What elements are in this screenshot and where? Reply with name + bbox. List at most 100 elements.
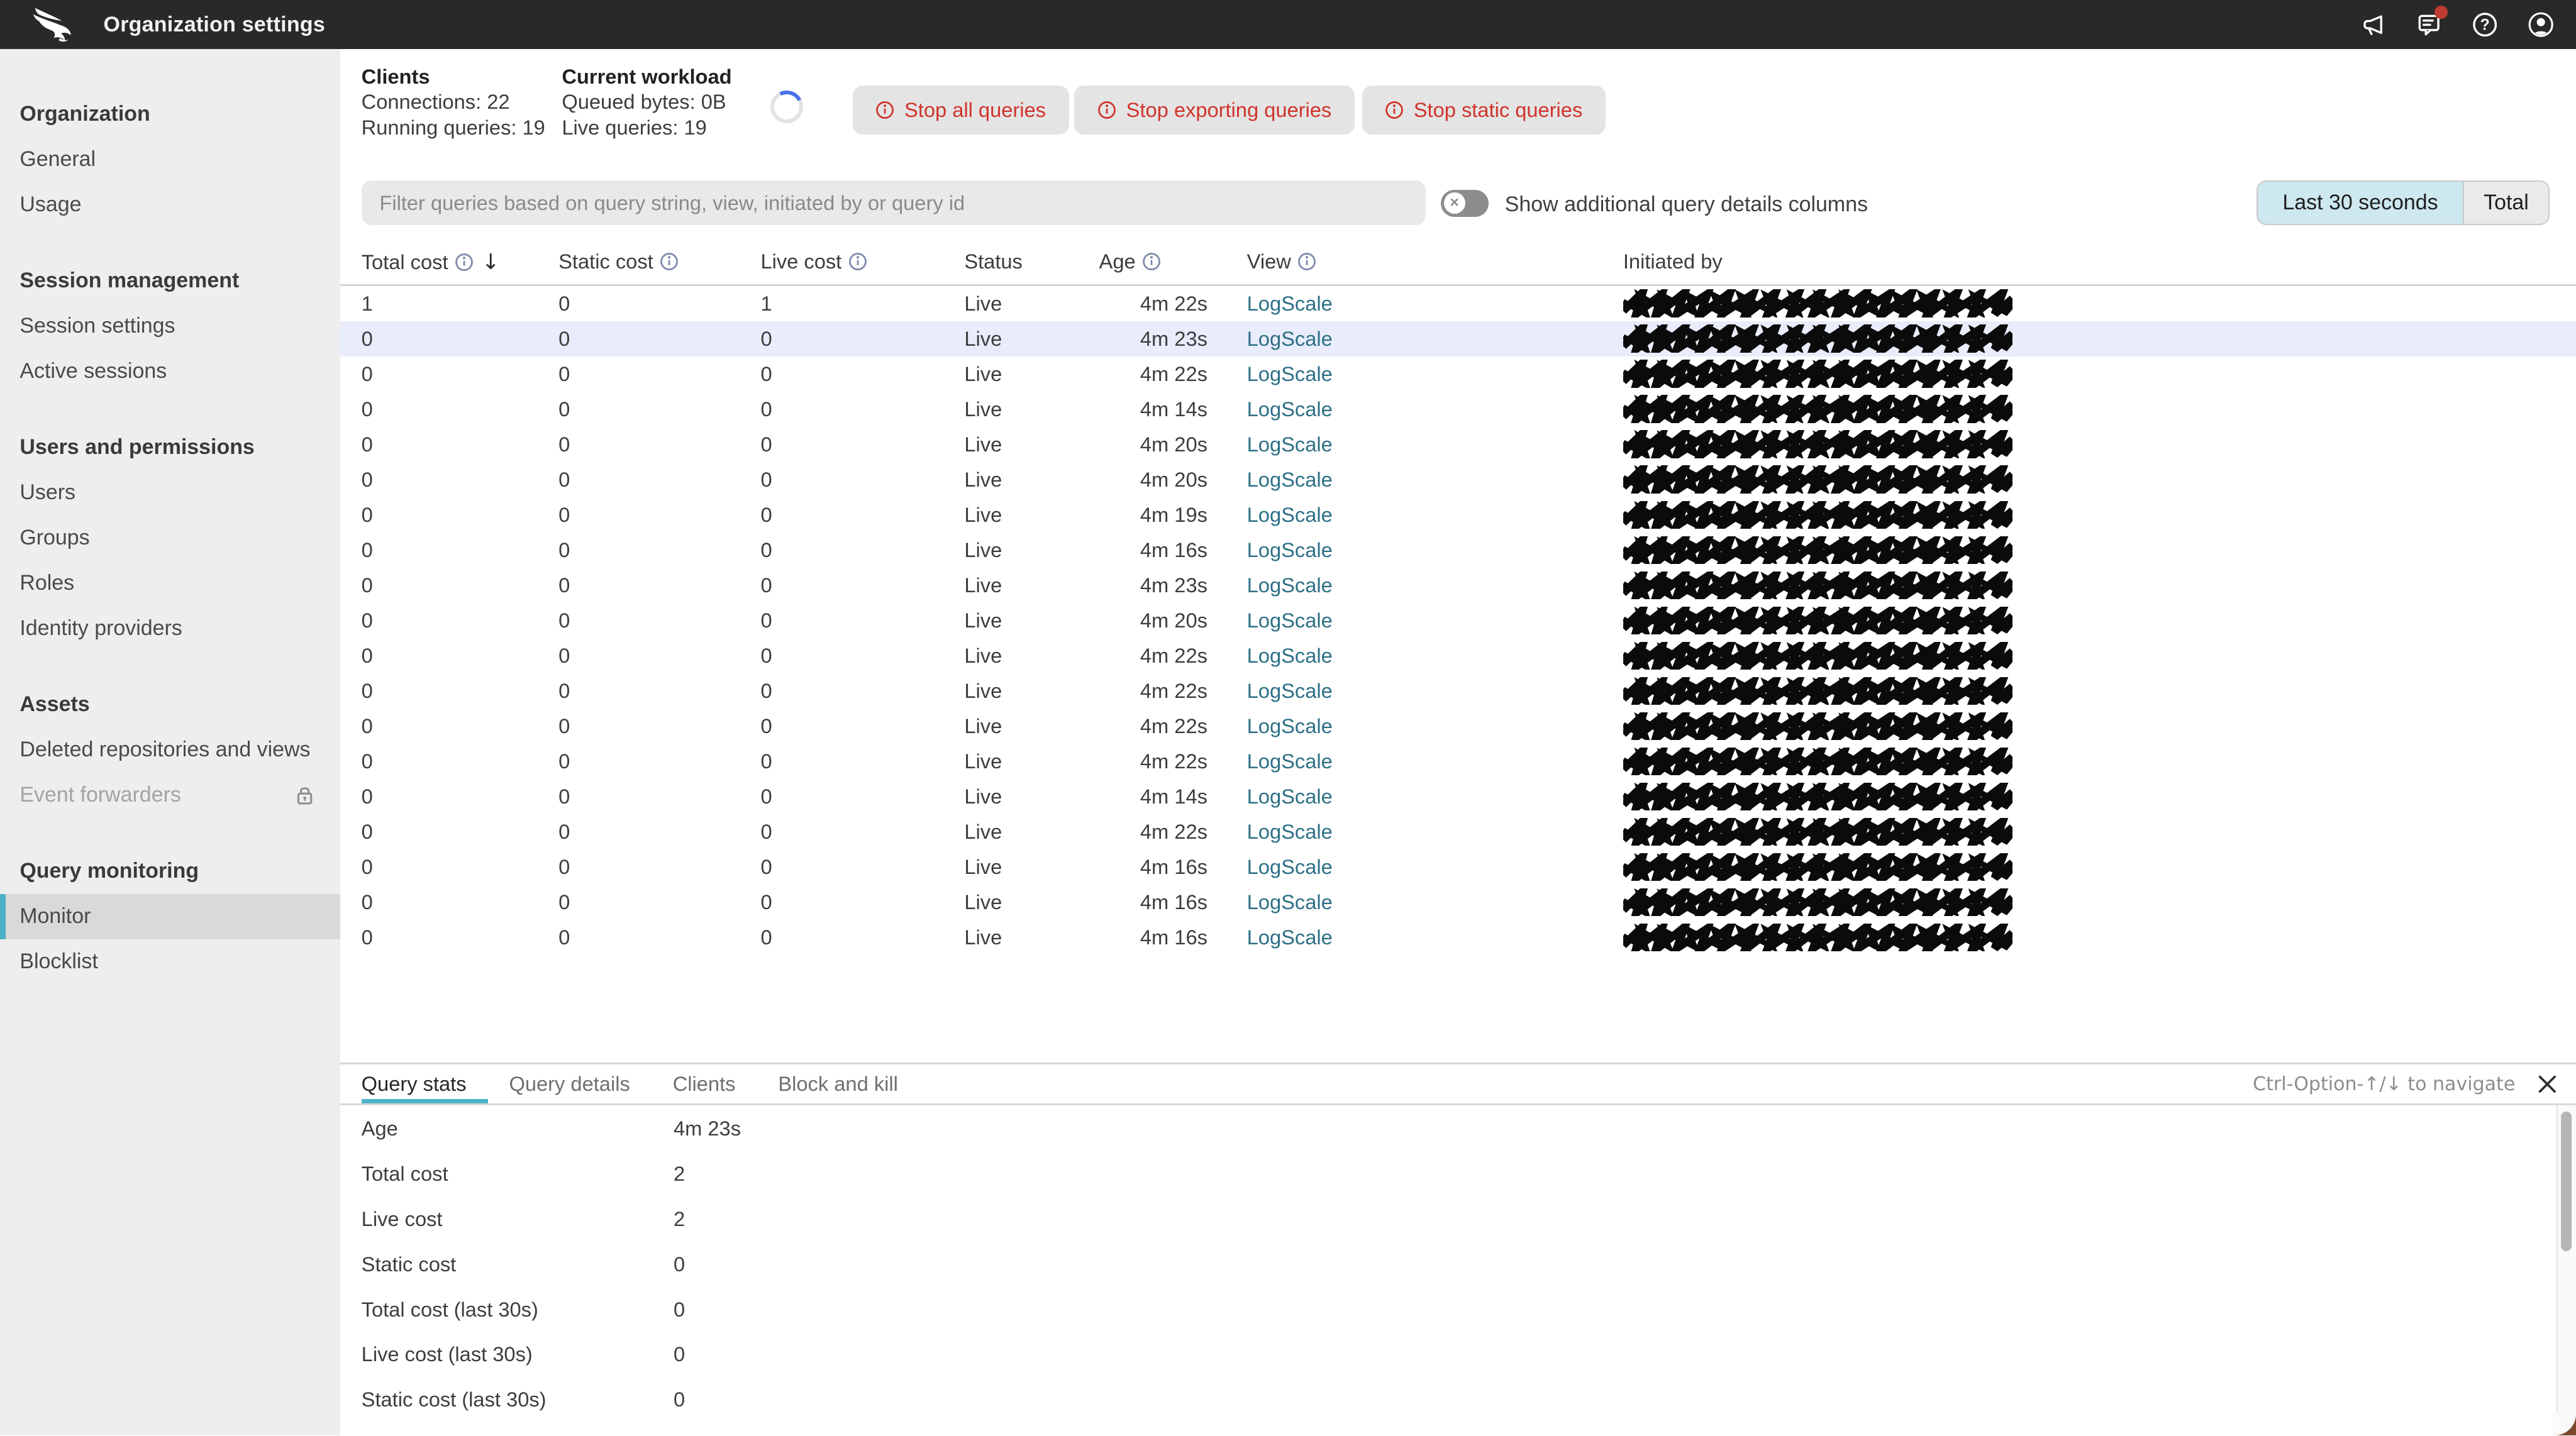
view-logscale-link[interactable]: LogScale <box>1247 644 1333 668</box>
tab-query-details[interactable]: Query details <box>509 1064 651 1104</box>
info-icon[interactable] <box>455 253 474 272</box>
view-logscale-link[interactable]: LogScale <box>1247 327 1333 351</box>
details-scrollbar-track[interactable] <box>2557 1105 2576 1436</box>
table-row[interactable]: 0 0 0 Live 4m 20s LogScale <box>340 603 2576 638</box>
table-row[interactable]: 0 0 0 Live 4m 22s LogScale <box>340 356 2576 392</box>
view-logscale-link[interactable]: LogScale <box>1247 785 1333 809</box>
stat-row: Live cost (last 30s) 0 <box>340 1332 2557 1377</box>
sidebar-item-deleted-repositories-and-views[interactable]: Deleted repositories and views <box>0 727 340 773</box>
workload-summary: Current workload Queued bytes: 0B Live q… <box>562 64 731 140</box>
sidebar-item-identity-providers[interactable]: Identity providers <box>0 606 340 651</box>
view-logscale-link[interactable]: LogScale <box>1247 468 1333 492</box>
view-logscale-link[interactable]: LogScale <box>1247 538 1333 562</box>
feedback-icon[interactable] <box>2415 6 2448 38</box>
view-logscale-link[interactable]: LogScale <box>1247 890 1333 914</box>
table-row[interactable]: 0 0 0 Live 4m 16s LogScale <box>340 533 2576 568</box>
header-status[interactable]: Status <box>964 250 1023 273</box>
table-row[interactable]: 0 0 0 Live 4m 20s LogScale <box>340 427 2576 462</box>
help-icon[interactable]: ? <box>2471 11 2499 38</box>
tab-query-stats[interactable]: Query stats <box>361 1064 488 1104</box>
stat-label: Total cost <box>361 1162 448 1186</box>
tab-block-and-kill[interactable]: Block and kill <box>778 1064 919 1104</box>
view-logscale-link[interactable]: LogScale <box>1247 397 1333 421</box>
sidebar-item-monitor[interactable]: Monitor <box>0 894 340 940</box>
crowdstrike-falcon-logo <box>33 8 71 42</box>
stop-static-queries-button[interactable]: Stop static queries <box>1362 85 1606 135</box>
sidebar-item-roles[interactable]: Roles <box>0 561 340 606</box>
initiated-by-redacted-scribble <box>1623 709 2012 744</box>
sidebar-item-usage[interactable]: Usage <box>0 182 340 228</box>
table-row[interactable]: 0 0 0 Live 4m 22s LogScale <box>340 638 2576 673</box>
table-row[interactable]: 0 0 0 Live 4m 22s LogScale <box>340 814 2576 849</box>
table-row[interactable]: 0 0 0 Live 4m 14s LogScale <box>340 392 2576 427</box>
table-row[interactable]: 0 0 0 Live 4m 22s LogScale <box>340 744 2576 779</box>
cell-live-cost: 0 <box>760 538 772 561</box>
view-logscale-link[interactable]: LogScale <box>1247 749 1333 773</box>
table-row[interactable]: 0 0 0 Live 4m 16s LogScale <box>340 885 2576 920</box>
header-view[interactable]: View <box>1247 250 1317 273</box>
view-logscale-link[interactable]: LogScale <box>1247 362 1333 386</box>
initiated-by-redacted-scribble <box>1623 814 2012 849</box>
view-logscale-link[interactable]: LogScale <box>1247 503 1333 527</box>
additional-columns-toggle-label: Show additional query details columns <box>1504 192 1868 216</box>
announcements-icon[interactable] <box>2359 11 2387 38</box>
profile-icon[interactable] <box>2527 11 2555 38</box>
tab-clients[interactable]: Clients <box>673 1064 757 1104</box>
stop-all-queries-button[interactable]: Stop all queries <box>852 85 1069 135</box>
table-row[interactable]: 0 0 0 Live 4m 22s LogScale <box>340 673 2576 709</box>
view-logscale-link[interactable]: LogScale <box>1247 292 1333 316</box>
sidebar-item-active-sessions[interactable]: Active sessions <box>0 349 340 394</box>
cell-status: Live <box>964 362 1002 385</box>
sort-descending-icon[interactable]: ↓ <box>482 250 499 275</box>
additional-columns-toggle[interactable]: × <box>1440 189 1489 217</box>
sidebar-item-groups[interactable]: Groups <box>0 516 340 561</box>
table-row[interactable]: 0 0 0 Live 4m 19s LogScale <box>340 497 2576 533</box>
header-live-cost[interactable]: Live cost <box>760 250 867 273</box>
header-static-cost[interactable]: Static cost <box>558 250 679 273</box>
cell-status: Live <box>964 326 1002 350</box>
main-content: Clients Connections: 22 Running queries:… <box>340 49 2576 1436</box>
info-icon[interactable] <box>660 252 679 271</box>
details-scrollbar-thumb[interactable] <box>2561 1112 2572 1252</box>
info-icon[interactable] <box>848 252 867 271</box>
table-row[interactable]: 0 0 0 Live 4m 16s LogScale <box>340 849 2576 885</box>
sidebar-item-session-settings[interactable]: Session settings <box>0 304 340 349</box>
table-row[interactable]: 0 0 0 Live 4m 23s LogScale <box>340 568 2576 603</box>
header-initiated-by[interactable]: Initiated by <box>1623 250 1723 273</box>
sidebar-item-event-forwarders[interactable]: Event forwarders <box>0 773 340 818</box>
view-logscale-link[interactable]: LogScale <box>1247 433 1333 456</box>
sidebar-item-users[interactable]: Users <box>0 470 340 516</box>
cell-static-cost: 0 <box>558 643 570 667</box>
table-row[interactable]: 0 0 0 Live 4m 20s LogScale <box>340 462 2576 497</box>
info-icon <box>1385 101 1404 119</box>
close-panel-icon[interactable] <box>2538 1075 2557 1093</box>
view-logscale-link[interactable]: LogScale <box>1247 609 1333 632</box>
view-logscale-link[interactable]: LogScale <box>1247 855 1333 879</box>
header-age[interactable]: Age <box>1099 250 1162 273</box>
table-row[interactable]: 0 0 0 Live 4m 23s LogScale <box>340 321 2576 356</box>
sidebar-item-general[interactable]: General <box>0 137 340 182</box>
query-filter-input[interactable] <box>361 180 1426 225</box>
info-icon[interactable] <box>1297 252 1316 271</box>
range-last-30-seconds-button[interactable]: Last 30 seconds <box>2258 182 2463 224</box>
table-row[interactable]: 0 0 0 Live 4m 14s LogScale <box>340 779 2576 814</box>
cell-age: 4m 16s <box>1140 855 1208 879</box>
view-logscale-link[interactable]: LogScale <box>1247 820 1333 844</box>
initiated-by-redacted-scribble <box>1623 603 2012 638</box>
table-row[interactable]: 0 0 0 Live 4m 16s LogScale <box>340 920 2576 955</box>
cell-status: Live <box>964 643 1002 667</box>
clients-title: Clients <box>361 64 430 88</box>
view-logscale-link[interactable]: LogScale <box>1247 925 1333 949</box>
header-total-cost[interactable]: Total cost ↓ <box>362 250 500 275</box>
view-logscale-link[interactable]: LogScale <box>1247 573 1333 597</box>
cell-age: 4m 14s <box>1140 784 1208 808</box>
range-total-button[interactable]: Total <box>2462 182 2549 224</box>
initiated-by-redacted-scribble <box>1623 462 2012 497</box>
stop-exporting-queries-button[interactable]: Stop exporting queries <box>1074 85 1355 135</box>
view-logscale-link[interactable]: LogScale <box>1247 714 1333 738</box>
table-row[interactable]: 1 0 1 Live 4m 22s LogScale <box>340 286 2576 321</box>
view-logscale-link[interactable]: LogScale <box>1247 679 1333 703</box>
info-icon[interactable] <box>1142 252 1161 271</box>
sidebar-item-blocklist[interactable]: Blocklist <box>0 939 340 985</box>
table-row[interactable]: 0 0 0 Live 4m 22s LogScale <box>340 709 2576 744</box>
